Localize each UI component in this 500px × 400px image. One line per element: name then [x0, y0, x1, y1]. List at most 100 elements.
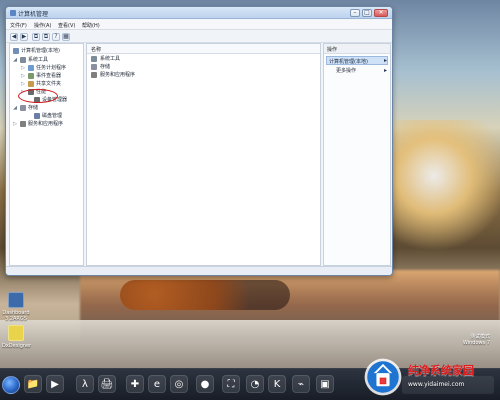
expand-icon[interactable]: ◢: [12, 105, 18, 111]
network-icon: ◎: [174, 379, 184, 390]
minimize-button[interactable]: –: [350, 9, 360, 17]
window-titlebar[interactable]: 计算机管理 – □ ✕: [6, 7, 392, 19]
menu-help[interactable]: 帮助(H): [82, 22, 100, 29]
taskbar-app-k[interactable]: K: [268, 375, 286, 393]
tree-root[interactable]: 计算机管理(本地): [13, 47, 60, 54]
tools-icon: ✚: [130, 379, 140, 390]
expand-icon[interactable]: ▷: [20, 81, 26, 87]
help-button[interactable]: ?: [52, 33, 60, 41]
activation-text: 测试模式 Windows 7: [462, 334, 490, 346]
actions-pane: 操作 计算机管理(本地) ▸ 更多操作 ▸: [323, 43, 391, 266]
properties-icon: ⧉: [43, 33, 49, 40]
more-actions-link[interactable]: 更多操作: [336, 67, 356, 74]
view-button[interactable]: ▦: [62, 33, 70, 41]
tree-item-shared-folders[interactable]: ▷ 共享文件夹: [20, 80, 61, 87]
monitor-icon: ◔: [250, 379, 260, 390]
tree-item-storage[interactable]: ◢ 存储: [12, 104, 38, 111]
tree-item-disk-management[interactable]: 磁盘管理: [26, 112, 62, 119]
tree-item-system-tools[interactable]: ◢ 系统工具: [12, 56, 48, 63]
actions-header: 操作: [324, 44, 390, 54]
event-icon: [28, 72, 34, 79]
dxdesigner-icon: [8, 325, 24, 341]
content-pane: 名称 系统工具 存储 服务和应用程序: [86, 43, 321, 266]
taskbar-app-monitor[interactable]: ◔: [246, 375, 264, 393]
tree-icon: ⧉: [33, 33, 39, 40]
expand-icon[interactable]: ▷: [20, 73, 26, 79]
viewer-icon: ⛶: [227, 379, 235, 390]
list-item-system-tools[interactable]: 系统工具: [91, 55, 120, 62]
toolbar: ◀ ▶ ⧉ ⧉ ? ▦: [6, 31, 392, 43]
dashboard-icon: [8, 292, 24, 308]
list-item-storage[interactable]: 存储: [91, 63, 110, 70]
taskbar-app-viewer[interactable]: ⛶: [222, 375, 240, 393]
desktop-icon-dashboard[interactable]: Dashboard 3.2ARGS: [2, 292, 30, 322]
desktop-icon-dxdesigner[interactable]: DxDesigner: [2, 325, 32, 349]
menubar: 文件(F) 操作(A) 查看(V) 帮助(H): [6, 20, 392, 30]
taskbar-app-explorer[interactable]: 📁: [24, 375, 42, 393]
menu-file[interactable]: 文件(F): [10, 22, 27, 29]
folder-icon: [28, 80, 34, 87]
show-hide-tree-button[interactable]: ⧉: [32, 33, 40, 41]
taskbar-app-media[interactable]: ▶: [46, 375, 64, 393]
highlight-annotation: [18, 89, 58, 103]
taskbar-app-network[interactable]: ◎: [170, 375, 188, 393]
ie-icon: e: [153, 379, 161, 390]
window-title: 计算机管理: [18, 11, 49, 18]
chevron-right-icon: ▸: [383, 67, 387, 74]
tree-item-task-scheduler[interactable]: ▷ 任务计划程序: [20, 64, 66, 71]
view-icon: ▦: [63, 33, 69, 40]
statusbar: [6, 266, 392, 275]
taskbar-app-ie[interactable]: e: [148, 375, 166, 393]
forward-button[interactable]: ▶: [20, 33, 28, 41]
watermark-title: 纯净系统家园: [408, 364, 474, 377]
properties-button[interactable]: ⧉: [42, 33, 50, 41]
computer-management-window: 计算机管理 – □ ✕ 文件(F) 操作(A) 查看(V) 帮助(H) ◀ ▶ …: [5, 6, 393, 276]
start-button[interactable]: [2, 376, 20, 394]
tree-root-label: 计算机管理(本地): [21, 48, 60, 54]
taskbar-app-printer[interactable]: 🖨: [98, 375, 116, 393]
chrome-icon: ●: [200, 379, 210, 390]
chevron-right-icon: ▸: [383, 57, 387, 64]
desktop-icon-label: DxDesigner: [2, 343, 32, 349]
taskbar-app-chrome[interactable]: ●: [196, 375, 214, 393]
folder-icon: 📁: [26, 379, 40, 390]
window-controls: – □ ✕: [350, 9, 388, 17]
actions-selected-item[interactable]: 计算机管理(本地): [326, 56, 388, 65]
tools-icon: [91, 55, 97, 62]
taskbar-app-window[interactable]: ▣: [316, 375, 334, 393]
menu-view[interactable]: 查看(V): [58, 22, 75, 29]
expand-icon[interactable]: ▷: [12, 121, 18, 127]
list-item-services-apps[interactable]: 服务和应用程序: [91, 71, 135, 78]
lambda-icon: λ: [82, 379, 88, 390]
watermark-logo: [364, 358, 402, 396]
storage-icon: [20, 104, 26, 111]
disk-icon: [34, 112, 40, 119]
help-icon: ?: [54, 33, 58, 40]
tools-icon: [20, 56, 26, 63]
services-icon: [91, 71, 97, 78]
desktop-light-glow: [390, 120, 500, 260]
tree-item-services-apps[interactable]: ▷ 服务和应用程序: [12, 120, 63, 127]
navigation-pane: 计算机管理(本地) ◢ 系统工具 ▷ 任务计划程序 ▷ 事件查看器 ▷ 共享文件…: [9, 43, 84, 266]
column-header-name[interactable]: 名称: [87, 44, 320, 54]
clock-icon: [28, 64, 34, 71]
close-button[interactable]: ✕: [374, 9, 388, 17]
desktop-icon-label: Dashboard 3.2ARGS: [2, 310, 30, 322]
taskbar-app-plugin[interactable]: ⌁: [292, 375, 310, 393]
back-button[interactable]: ◀: [10, 33, 18, 41]
printer-icon: 🖨: [100, 379, 114, 390]
maximize-button[interactable]: □: [362, 9, 372, 17]
k-icon: K: [273, 379, 281, 390]
watermark-url: www.yidaimei.com: [408, 381, 465, 388]
computer-icon: [13, 47, 19, 54]
app-icon: [10, 10, 16, 16]
tree-item-event-viewer[interactable]: ▷ 事件查看器: [20, 72, 61, 79]
menu-action[interactable]: 操作(A): [34, 22, 51, 29]
expand-icon[interactable]: ◢: [12, 57, 18, 63]
taskbar-app-tools[interactable]: ✚: [126, 375, 144, 393]
forward-icon: ▶: [21, 33, 27, 40]
expand-icon[interactable]: ▷: [20, 65, 26, 71]
back-icon: ◀: [11, 33, 17, 40]
services-icon: [20, 120, 26, 127]
taskbar-app-lambda[interactable]: λ: [76, 375, 94, 393]
